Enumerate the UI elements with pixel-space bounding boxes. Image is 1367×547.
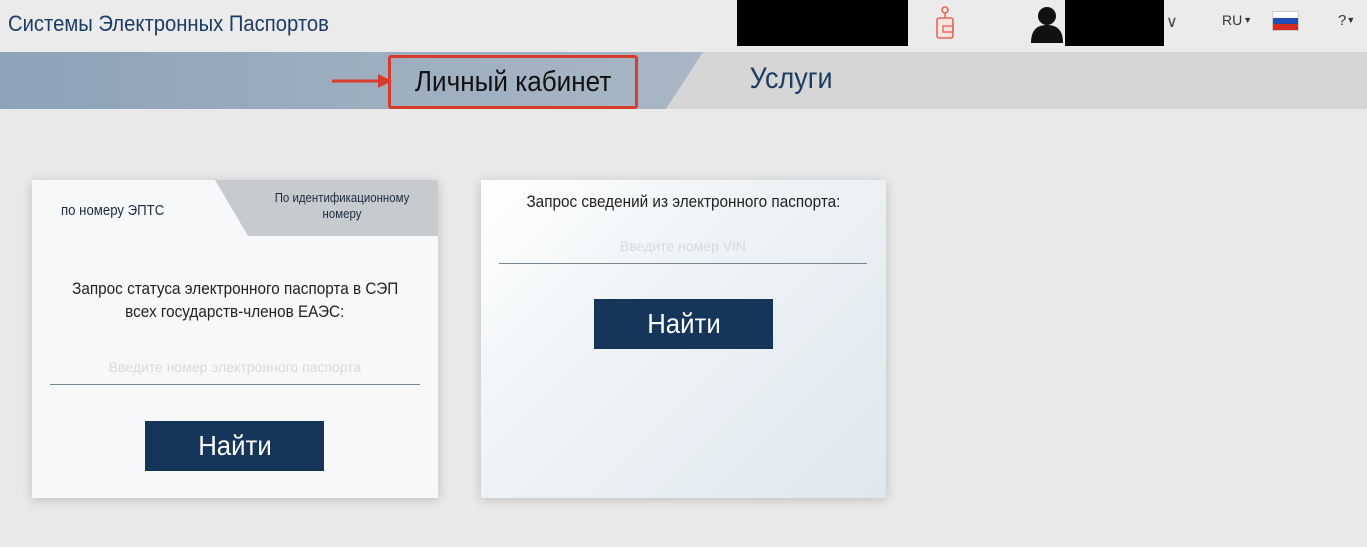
language-selector[interactable]: RU▼ [1222,12,1252,28]
tab-services[interactable]: Услуги [745,62,837,96]
app-title[interactable]: Системы Электронных Паспортов [8,11,329,37]
chevron-down-icon[interactable]: ∨ [1166,12,1178,32]
wallet-icon[interactable] [933,4,957,42]
tab-personal-cabinet[interactable]: Личный кабинет [388,55,638,109]
caret-down-icon: ▼ [1243,15,1253,25]
language-label: RU [1222,12,1243,28]
russia-flag-icon[interactable] [1272,11,1299,31]
passport-number-input[interactable] [50,350,420,385]
find-button[interactable]: Найти [594,299,773,349]
card-heading: Запрос статуса электронного паспорта в С… [32,277,438,323]
status-request-card: по номеру ЭПТС По идентификационному ном… [32,180,438,498]
redacted-block [1065,0,1164,46]
annotation-arrow-icon [332,74,392,88]
tab-by-eptc-number[interactable]: по номеру ЭПТС [61,202,164,219]
redacted-block [737,0,908,46]
find-button[interactable]: Найти [145,421,324,471]
card-heading-line-1: Запрос статуса электронного паспорта в С… [71,279,399,298]
find-button-label: Найти [197,430,272,461]
tab-by-id-number[interactable]: По идентификационному номеру [258,190,425,222]
card-heading-line-2: всех государств-членов ЕАЭС: [125,302,345,321]
find-button-label: Найти [646,308,721,339]
card-heading: Запрос сведений из электронного паспорта… [481,190,886,213]
user-icon[interactable] [1030,5,1064,43]
info-request-card: Запрос сведений из электронного паспорта… [481,180,886,498]
vin-input[interactable] [499,229,867,264]
help-icon[interactable]: ?▼ [1338,12,1355,29]
top-header: Системы Электронных Паспортов ∨ RU▼ ?▼ [0,0,1367,53]
tab-services-label: Услуги [749,62,833,95]
tab-personal-cabinet-label: Личный кабинет [414,65,612,98]
card-heading-text: Запрос сведений из электронного паспорта… [526,192,841,211]
